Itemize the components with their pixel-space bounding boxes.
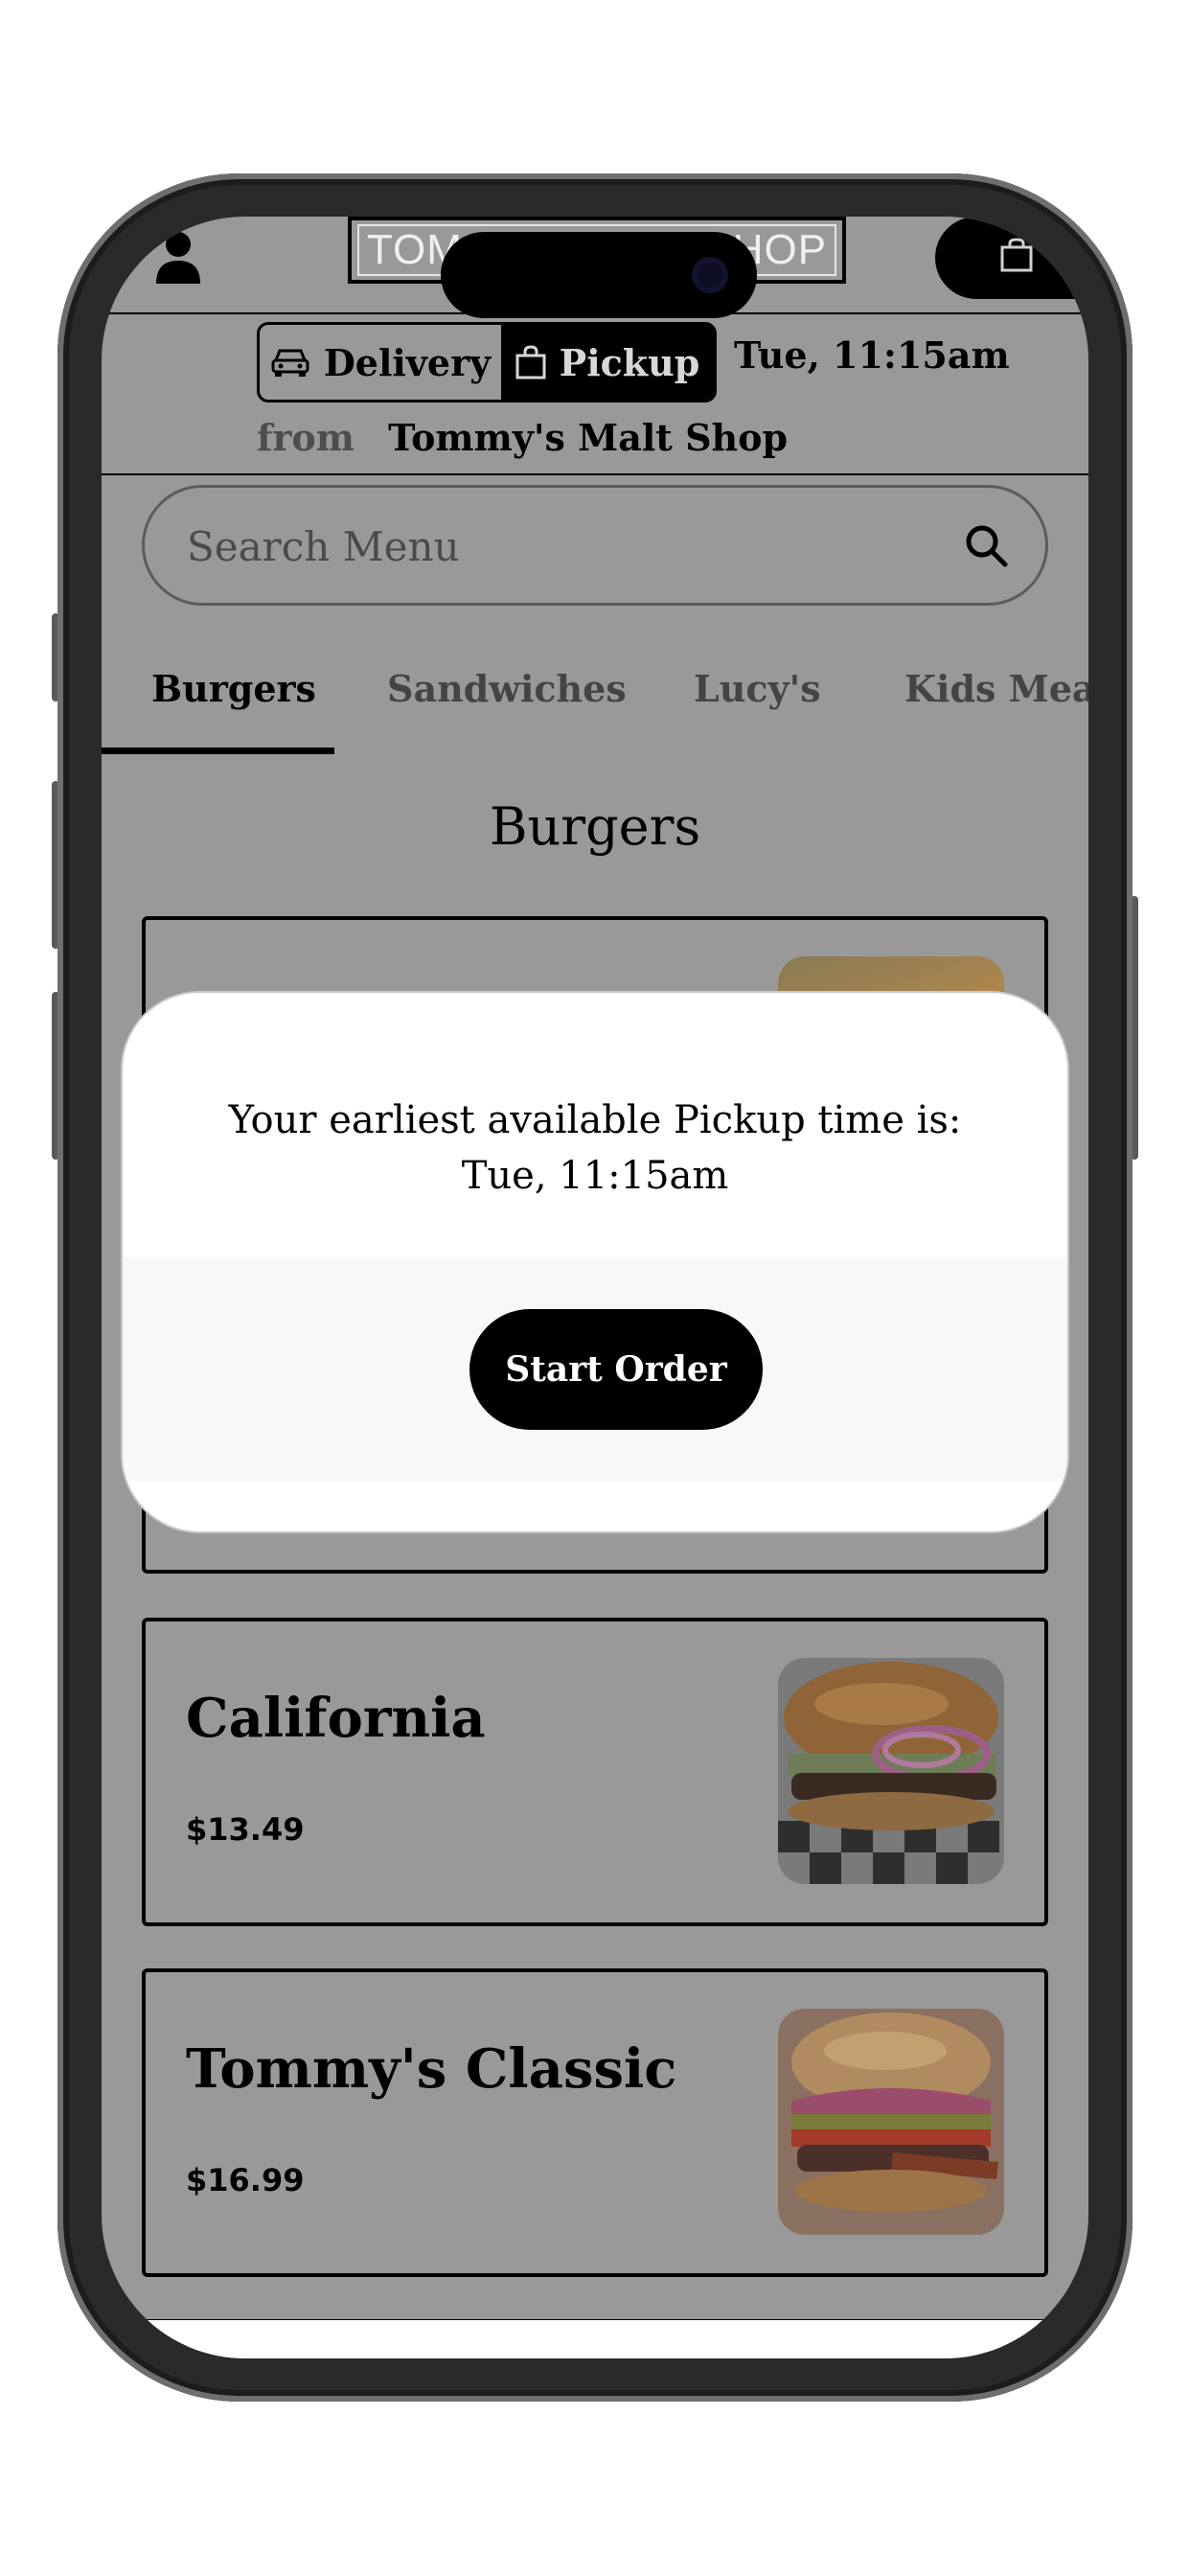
dynamic-island xyxy=(441,232,757,318)
app-header: TOMMY'S MALT SHOP xyxy=(102,217,1088,318)
pickup-time[interactable]: Tue, 11:15am xyxy=(734,334,1010,377)
search-icon[interactable] xyxy=(963,522,1009,568)
pickup-toggle[interactable]: Pickup xyxy=(501,325,714,400)
menu-item-card[interactable]: California $13.49 xyxy=(142,1618,1048,1926)
menu-item-card[interactable]: Tommy's Classic $16.99 xyxy=(142,1968,1048,2277)
search-input[interactable] xyxy=(185,488,955,605)
delivery-label: Delivery xyxy=(323,340,492,384)
dialog-time: Tue, 11:15am xyxy=(461,1154,729,1198)
item-price: $13.49 xyxy=(186,1811,305,1848)
screen-bottom-strip xyxy=(102,2320,1088,2358)
camera-icon xyxy=(692,257,728,293)
dialog-message: Your earliest available Pickup time is: xyxy=(228,1098,962,1142)
active-tab-indicator xyxy=(102,748,334,754)
car-icon xyxy=(271,349,309,377)
bag-icon xyxy=(1000,238,1033,272)
burger-image xyxy=(778,2009,1004,2235)
tab-kids-meals[interactable]: Kids Meals xyxy=(904,667,1088,710)
pickup-label: Pickup xyxy=(559,340,700,384)
category-tabs: Burgers Sandwiches Lucy's Kids Meals xyxy=(102,667,1088,744)
search-bar xyxy=(142,485,1048,606)
from-label: from xyxy=(257,416,355,459)
store-name: Tommy's Malt Shop xyxy=(388,416,789,459)
cart-button[interactable] xyxy=(935,217,1088,299)
start-order-button[interactable]: Start Order xyxy=(469,1309,763,1430)
tab-sandwiches[interactable]: Sandwiches xyxy=(387,667,627,710)
item-price: $16.99 xyxy=(186,2162,305,2198)
tab-burgers[interactable]: Burgers xyxy=(151,667,316,710)
divider xyxy=(102,473,1088,475)
pickup-time-dialog: Your earliest available Pickup time is: … xyxy=(123,993,1067,1531)
order-mode-switch: Delivery Pickup xyxy=(257,322,717,402)
tab-lucys[interactable]: Lucy's xyxy=(694,667,821,710)
delivery-toggle[interactable]: Delivery xyxy=(260,325,501,400)
app-screen: TOMMY'S MALT SHOP Delivery xyxy=(102,217,1088,2358)
item-name: Tommy's Classic xyxy=(186,2037,677,2101)
bag-icon xyxy=(515,345,546,380)
store-selector[interactable]: from Tommy's Malt Shop xyxy=(257,416,788,459)
section-title: Burgers xyxy=(489,796,701,857)
burger-image xyxy=(778,1658,1004,1884)
person-icon[interactable] xyxy=(154,228,202,286)
item-name: California xyxy=(186,1687,486,1750)
